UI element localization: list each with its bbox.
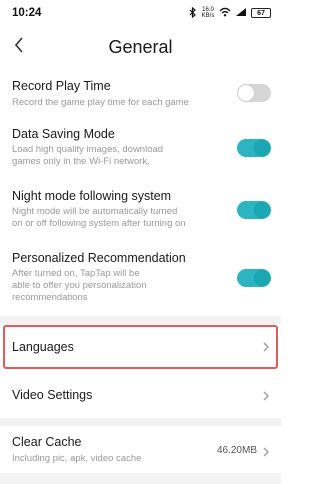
setting-clear-cache[interactable]: Clear Cache Including pic, apk, video ca… [0, 429, 281, 473]
setting-description: Including pic, apk, video cache [12, 453, 142, 464]
setting-title: Clear Cache [12, 435, 82, 449]
setting-description: Record the game play time for each game [12, 97, 189, 108]
setting-night-mode: Night mode following system Night mode w… [0, 186, 281, 232]
personalized-toggle[interactable] [237, 269, 271, 287]
status-bar: 10:24 16.0 KB/s 67 [0, 0, 281, 26]
setting-title: Data Saving Mode [12, 127, 115, 141]
chevron-left-icon [14, 36, 24, 58]
chevron-right-icon [261, 445, 271, 459]
status-icons: 16.0 KB/s 67 [189, 6, 271, 20]
bluetooth-icon [189, 6, 197, 20]
night-mode-toggle[interactable] [237, 201, 271, 219]
setting-title: Video Settings [12, 388, 93, 402]
setting-description: Night mode will be automatically turned … [12, 206, 186, 229]
setting-data-saving: Data Saving Mode Load high quality image… [0, 124, 281, 170]
setting-title: Record Play Time [12, 79, 111, 93]
bottom-band [0, 473, 281, 484]
record-play-time-toggle[interactable] [237, 84, 271, 102]
setting-description: Load high quality images, download games… [12, 144, 164, 167]
signal-icon [235, 7, 247, 19]
battery-icon: 67 [251, 8, 271, 18]
back-button[interactable] [8, 34, 30, 60]
setting-title: Personalized Recommendation [12, 251, 186, 265]
toggle-knob [238, 85, 254, 101]
section-divider [0, 316, 281, 324]
toggle-knob [254, 140, 270, 156]
setting-record-play-time: Record Play Time Record the game play ti… [0, 76, 281, 110]
network-speed-icon: 16.0 KB/s [201, 7, 215, 19]
page-title: General [108, 36, 173, 57]
wifi-icon [219, 7, 231, 19]
setting-title: Night mode following system [12, 189, 172, 203]
section-divider [0, 418, 281, 426]
chevron-right-icon [261, 389, 271, 403]
toggle-knob [254, 270, 270, 286]
header: General [0, 28, 281, 66]
status-time: 10:24 [12, 7, 42, 19]
toggle-knob [254, 202, 270, 218]
highlight-box [3, 325, 278, 369]
setting-video-settings[interactable]: Video Settings [0, 374, 281, 418]
cache-size: 46.20MB [216, 445, 257, 456]
data-saving-toggle[interactable] [237, 139, 271, 157]
setting-description: After turned on, TapTap will be able to … [12, 268, 147, 303]
setting-personalized: Personalized Recommendation After turned… [0, 248, 281, 308]
